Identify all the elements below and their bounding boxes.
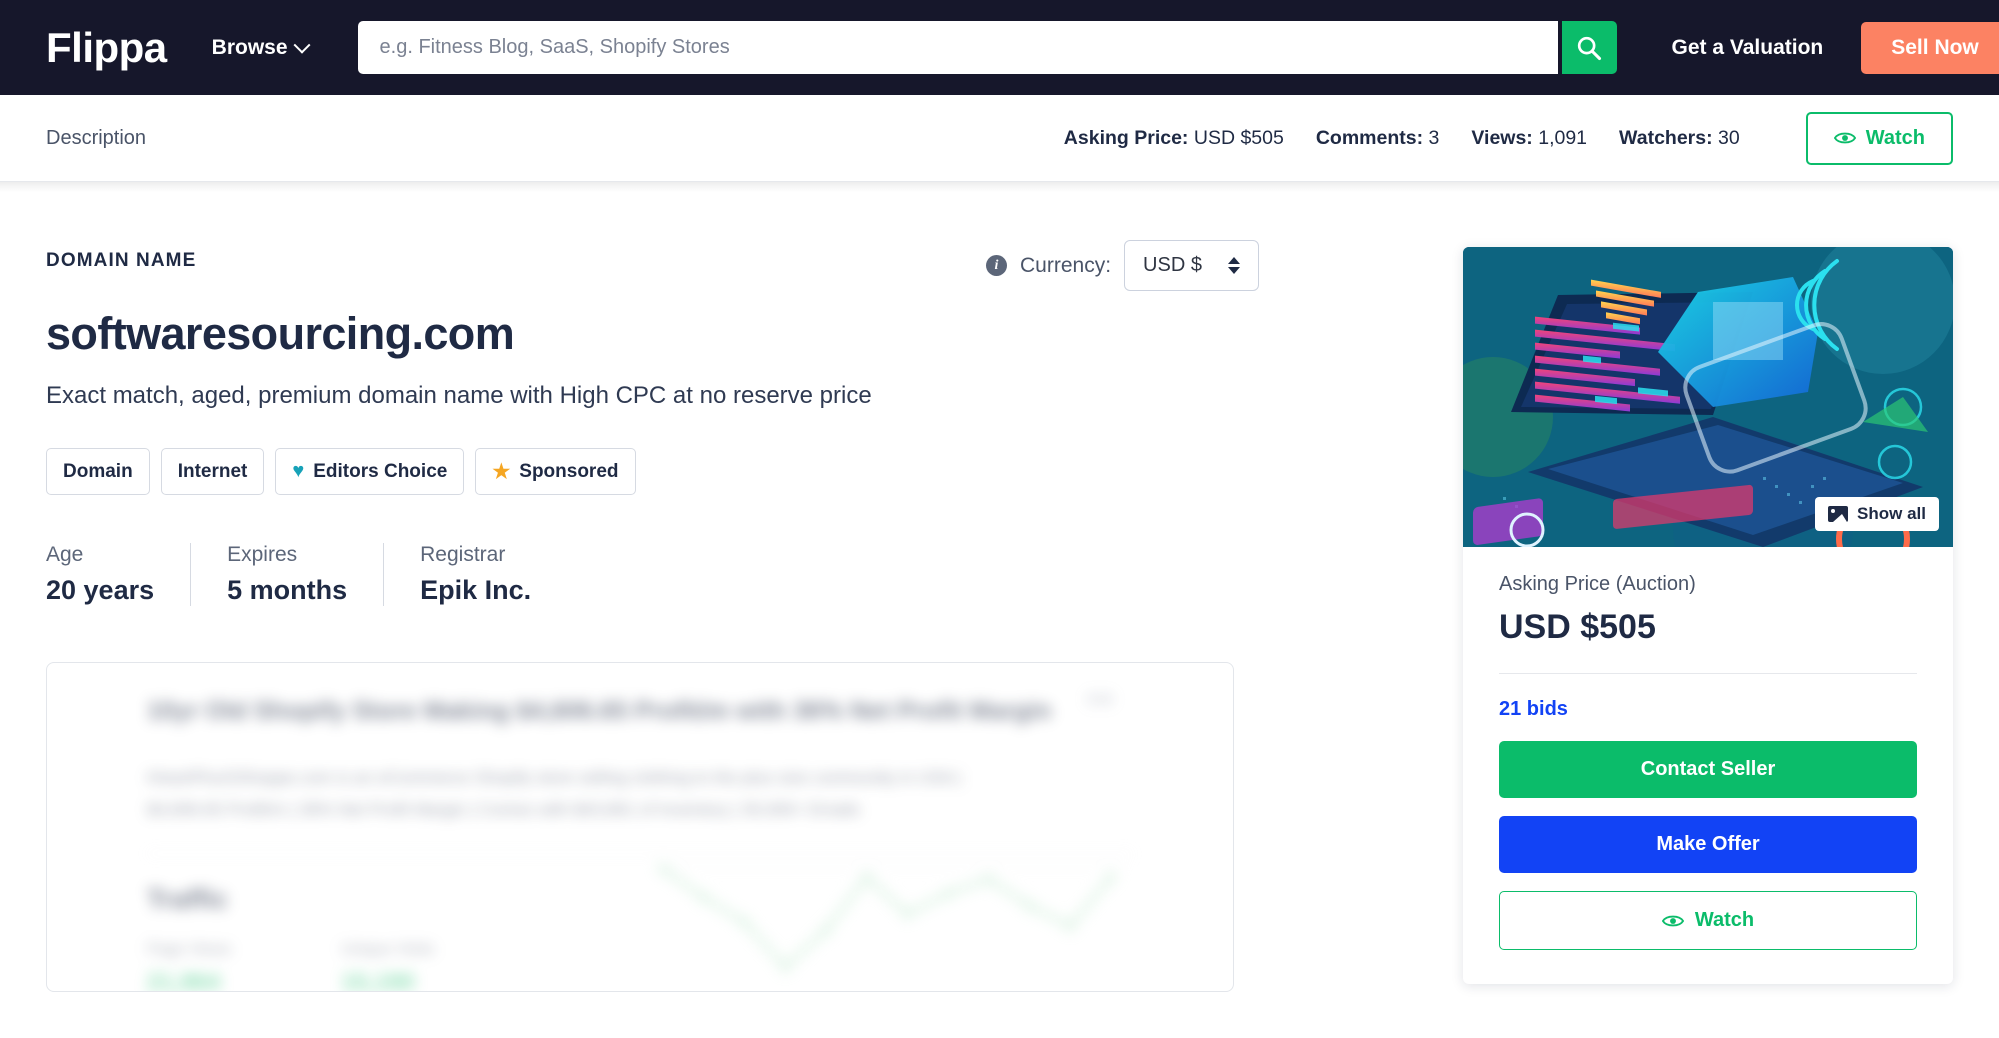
top-navigation-bar: Flippa Browse Get a Valuation Sell Now	[0, 0, 1999, 95]
traffic-line-chart	[657, 864, 1127, 972]
auction-card: Show all Asking Price (Auction) USD $505…	[1463, 247, 1953, 984]
bids-link[interactable]: 21 bids	[1499, 698, 1917, 721]
listing-main-column: DOMAIN NAME i Currency: USD $ softwareso…	[46, 192, 1439, 992]
eye-icon	[1833, 132, 1856, 144]
blurred-preview-content: Edit 10yr Old Shopify Store Making $4,60…	[47, 663, 1233, 992]
get-a-valuation-link[interactable]: Get a Valuation	[1672, 36, 1824, 60]
sell-now-button[interactable]: Sell Now	[1861, 21, 1999, 74]
search-input[interactable]	[357, 21, 1558, 74]
show-all-button[interactable]: Show all	[1815, 497, 1939, 531]
currency-select[interactable]: USD $	[1124, 240, 1259, 291]
show-all-label: Show all	[1857, 504, 1926, 523]
views-label: Views:	[1471, 126, 1533, 149]
stat-watchers: Watchers: 30	[1619, 127, 1740, 150]
search-button[interactable]	[1561, 21, 1617, 74]
fact-expires: Expires 5 months	[190, 543, 383, 606]
content-columns: DOMAIN NAME i Currency: USD $ softwareso…	[0, 192, 1999, 992]
fact-value: Epik Inc.	[420, 575, 532, 605]
browse-menu[interactable]: Browse	[211, 35, 311, 60]
watch-button-sidebar[interactable]: Watch	[1499, 891, 1917, 950]
tag-sponsored[interactable]: ★ Sponsored	[475, 448, 636, 495]
stats-group: Asking Price: USD $505 Comments: 3 Views…	[1064, 111, 1953, 165]
tag-label: Domain	[63, 460, 133, 482]
tag-domain[interactable]: Domain	[46, 448, 150, 495]
blurred-edit-label: Edit	[1087, 691, 1113, 708]
tag-label: Internet	[177, 460, 248, 482]
search-bar	[357, 21, 1617, 74]
fact-value: 20 years	[46, 575, 155, 605]
contact-seller-button[interactable]: Contact Seller	[1499, 741, 1917, 798]
domain-facts: Age 20 years Expires 5 months Registrar …	[46, 543, 1439, 606]
watch-button-header-label: Watch	[1865, 126, 1925, 149]
make-offer-button[interactable]: Make Offer	[1499, 816, 1917, 873]
watch-button-header[interactable]: Watch	[1805, 111, 1953, 165]
metric-value: 15,190	[341, 968, 415, 992]
flippa-logo[interactable]: Flippa	[46, 26, 167, 69]
blurred-divider	[147, 852, 1133, 854]
blurred-traffic-chart	[657, 863, 1127, 983]
tab-description[interactable]: Description	[46, 127, 146, 150]
heart-icon: ♥	[292, 460, 305, 482]
tag-label: Sponsored	[519, 460, 619, 482]
blurred-preview-body: iHeartPlusSShoppe.com is an eCommerce Sh…	[147, 768, 962, 820]
eye-icon	[1661, 915, 1684, 926]
browse-label: Browse	[211, 35, 288, 59]
tag-internet[interactable]: Internet	[160, 448, 265, 495]
watchers-value: 30	[1718, 126, 1740, 149]
info-icon[interactable]: i	[986, 255, 1007, 276]
metric-label: Page Views	[147, 940, 232, 958]
stat-comments: Comments: 3	[1316, 127, 1440, 150]
fact-key: Age	[46, 543, 84, 566]
asking-price-card-value: USD $505	[1499, 608, 1656, 646]
listing-tags: Domain Internet ♥ Editors Choice ★ Spons…	[46, 448, 1439, 495]
stat-views: Views: 1,091	[1471, 127, 1587, 150]
card-divider	[1499, 673, 1917, 674]
currency-label: Currency:	[1020, 253, 1112, 277]
listing-sidebar: Show all Asking Price (Auction) USD $505…	[1463, 192, 1953, 992]
fact-value: 5 months	[227, 575, 348, 605]
fact-key: Expires	[227, 543, 298, 566]
fact-age: Age 20 years	[46, 543, 190, 606]
comments-label: Comments:	[1315, 126, 1424, 149]
listing-stats-bar: Description Asking Price: USD $505 Comme…	[0, 95, 1999, 182]
asking-price-card-label: Asking Price (Auction)	[1499, 573, 1696, 595]
comments-value: 3	[1428, 126, 1440, 149]
fact-key: Registrar	[420, 543, 506, 566]
blurred-preview-card: Edit 10yr Old Shopify Store Making $4,60…	[46, 662, 1234, 992]
currency-selector-row: i Currency: USD $	[986, 240, 1259, 291]
metric-label: Unique Visits	[341, 940, 435, 958]
search-icon	[1577, 36, 1602, 60]
blurred-preview-title: 10yr Old Shopify Store Making $4,606.65 …	[147, 697, 1052, 725]
page-title: softwaresourcing.com	[46, 308, 515, 359]
asking-price-label: Asking Price:	[1063, 126, 1189, 149]
watchers-label: Watchers:	[1619, 126, 1713, 149]
auction-card-body: Asking Price (Auction) USD $505 21 bids …	[1463, 547, 1953, 984]
tag-label: Editors Choice	[313, 460, 448, 482]
asking-price-value: USD $505	[1193, 126, 1284, 149]
listing-hero-image[interactable]: Show all	[1463, 247, 1953, 547]
blurred-metric-uniquevisits: Unique Visits 15,190	[341, 940, 435, 992]
page-body: DOMAIN NAME i Currency: USD $ softwareso…	[0, 182, 1999, 1037]
image-icon	[1828, 506, 1849, 522]
listing-subtitle: Exact match, aged, premium domain name w…	[46, 382, 872, 409]
currency-select-value: USD $	[1143, 254, 1202, 276]
chevron-down-icon	[293, 36, 311, 54]
chevron-updown-icon	[1227, 257, 1240, 274]
star-icon: ★	[492, 461, 511, 483]
tag-editors-choice[interactable]: ♥ Editors Choice	[275, 448, 465, 495]
watch-button-sidebar-label: Watch	[1694, 909, 1755, 931]
stat-asking-price: Asking Price: USD $505	[1064, 127, 1284, 150]
header-shadow	[0, 182, 1999, 192]
fact-registrar: Registrar Epik Inc.	[383, 543, 567, 606]
blurred-metric-pageviews: Page Views 21,964	[147, 940, 232, 992]
metric-value: 21,964	[147, 968, 221, 992]
views-value: 1,091	[1538, 126, 1588, 149]
